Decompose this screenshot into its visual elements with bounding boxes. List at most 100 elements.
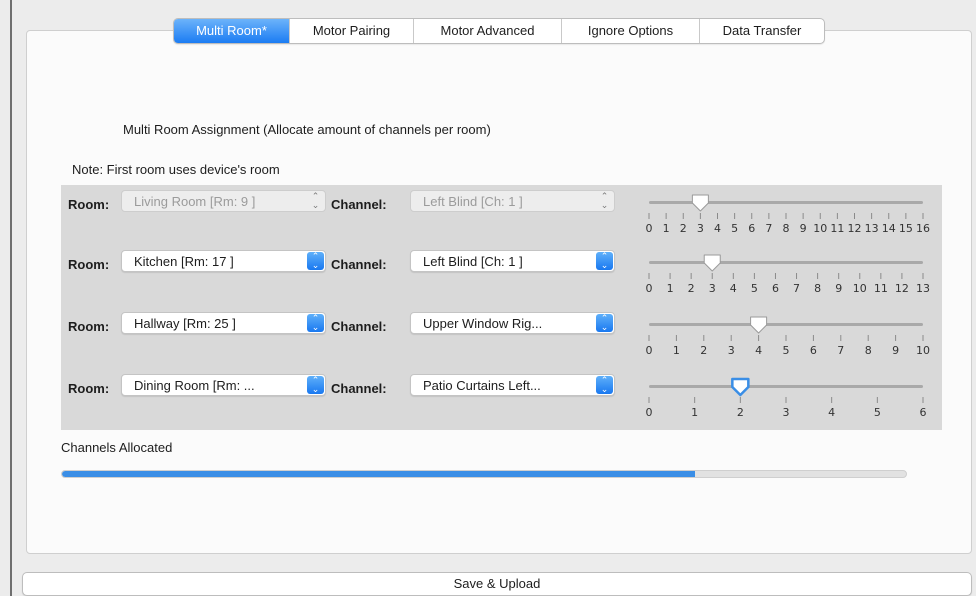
slider-tick-label: 6 xyxy=(772,282,779,295)
channel-label: Channel: xyxy=(331,197,387,212)
tab-motor-advanced[interactable]: Motor Advanced xyxy=(414,19,562,43)
slider-tick-label: 2 xyxy=(737,406,744,419)
slider-tick-label: 8 xyxy=(814,282,821,295)
room-label: Room: xyxy=(68,381,110,396)
room-label: Room: xyxy=(68,197,110,212)
slider-tick-label: 5 xyxy=(783,344,790,357)
room-assignment-grid: Room: Living Room [Rm: 9 ] ⌃ ⌄ Channel: L… xyxy=(61,185,942,430)
slider-tick-label: 15 xyxy=(899,222,913,235)
slider-tick-label: 6 xyxy=(748,222,755,235)
room-label: Room: xyxy=(68,257,110,272)
tab-motor-pairing[interactable]: Motor Pairing xyxy=(290,19,414,43)
slider-graphic: 0 1 2 3 4 5 6 xyxy=(646,377,927,419)
room-row-1: Room: Living Room [Rm: 9 ] ⌃ ⌄ Channel: L… xyxy=(61,185,942,235)
slider-tick-label: 10 xyxy=(853,282,867,295)
slider-tick-label: 5 xyxy=(731,222,738,235)
slider-tick-label: 1 xyxy=(663,222,670,235)
updown-arrows-icon: ⌃ ⌄ xyxy=(311,191,320,210)
slider-tick-label: 6 xyxy=(810,344,817,357)
slider-tick-label: 3 xyxy=(697,222,704,235)
slider-tick-label: 11 xyxy=(830,222,844,235)
room-row-2: Room: Kitchen [Rm: 17 ] ⌃ ⌄ Channel: Left… xyxy=(61,245,942,295)
channel-select-3[interactable]: Upper Window Rig... ⌃ ⌄ xyxy=(410,312,615,334)
updown-arrows-icon: ⌃ ⌄ xyxy=(307,252,324,270)
room-select-value: Kitchen [Rm: 17 ] xyxy=(134,254,234,269)
slider-tick-label: 3 xyxy=(709,282,716,295)
progress-fill xyxy=(62,471,695,477)
room-select-2[interactable]: Kitchen [Rm: 17 ] ⌃ ⌄ xyxy=(121,250,326,272)
channel-select-value: Left Blind [Ch: 1 ] xyxy=(423,194,523,209)
slider-tick-label: 10 xyxy=(813,222,827,235)
slider-tick-label: 4 xyxy=(755,344,762,357)
tab-data-transfer[interactable]: Data Transfer xyxy=(700,19,824,43)
slider-tick-label: 13 xyxy=(916,282,930,295)
tab-ignore-options[interactable]: Ignore Options xyxy=(562,19,700,43)
channel-select-2[interactable]: Left Blind [Ch: 1 ] ⌃ ⌄ xyxy=(410,250,615,272)
updown-arrows-icon: ⌃ ⌄ xyxy=(596,376,613,394)
slider-tick-label: 0 xyxy=(646,222,653,235)
slider-thumb xyxy=(691,194,709,212)
slider-tick-label: 4 xyxy=(714,222,721,235)
assignment-title: Multi Room Assignment (Allocate amount o… xyxy=(123,122,491,137)
slider-tick-label: 8 xyxy=(865,344,872,357)
slider-tick-label: 6 xyxy=(920,406,927,419)
slider-graphic: 0 1 2 3 4 5 6 7 8 9 10 11 12 13 14 15 16 xyxy=(646,194,930,235)
slider-tick-label: 2 xyxy=(700,344,707,357)
room-select-value: Dining Room [Rm: ... xyxy=(134,378,255,393)
slider-track xyxy=(649,201,923,204)
slider-tick-label: 0 xyxy=(646,406,653,419)
channel-label: Channel: xyxy=(331,381,387,396)
slider-tick-label: 3 xyxy=(728,344,735,357)
room-select-1: Living Room [Rm: 9 ] ⌃ ⌄ xyxy=(121,190,326,212)
slider-tick-label: 5 xyxy=(751,282,758,295)
channel-label: Channel: xyxy=(331,257,387,272)
updown-arrows-icon: ⌃ ⌄ xyxy=(600,191,609,210)
slider-tick-label: 9 xyxy=(800,222,807,235)
slider-graphic: 0 1 2 3 4 5 6 7 8 9 10 xyxy=(646,316,930,357)
slider-tick-label: 2 xyxy=(688,282,695,295)
updown-arrows-icon: ⌃ ⌄ xyxy=(307,376,324,394)
slider-tick-label: 3 xyxy=(783,406,790,419)
slider-tick-label: 4 xyxy=(828,406,835,419)
room-row-3: Room: Hallway [Rm: 25 ] ⌃ ⌄ Channel: Uppe… xyxy=(61,307,942,357)
room-row-4: Room: Dining Room [Rm: ... ⌃ ⌄ Channel: P… xyxy=(61,369,942,419)
room-select-value: Living Room [Rm: 9 ] xyxy=(134,194,256,209)
slider-track xyxy=(649,385,923,388)
channel-select-value: Upper Window Rig... xyxy=(423,316,543,331)
tab-multi-room[interactable]: Multi Room* xyxy=(174,19,290,43)
room-select-3[interactable]: Hallway [Rm: 25 ] ⌃ ⌄ xyxy=(121,312,326,334)
slider-tick-label: 16 xyxy=(916,222,930,235)
channel-count-slider-4[interactable]: 0 1 2 3 4 5 6 xyxy=(641,369,931,421)
channels-allocated-progress xyxy=(61,470,907,478)
room-label: Room: xyxy=(68,319,110,334)
slider-tick-label: 1 xyxy=(691,406,698,419)
channel-select-value: Left Blind [Ch: 1 ] xyxy=(423,254,523,269)
channel-count-slider-1[interactable]: 0 1 2 3 4 5 6 7 8 9 10 11 12 13 14 15 16 xyxy=(641,185,931,237)
slider-tick-label: 1 xyxy=(673,344,680,357)
slider-tick-label: 2 xyxy=(680,222,687,235)
channel-count-slider-3[interactable]: 0 1 2 3 4 5 6 7 8 9 10 xyxy=(641,307,931,359)
slider-tick-label: 9 xyxy=(835,282,842,295)
updown-arrows-icon: ⌃ ⌄ xyxy=(596,252,613,270)
channel-select-4[interactable]: Patio Curtains Left... ⌃ ⌄ xyxy=(410,374,615,396)
room-select-4[interactable]: Dining Room [Rm: ... ⌃ ⌄ xyxy=(121,374,326,396)
slider-tick-label: 8 xyxy=(783,222,790,235)
slider-tick-label: 4 xyxy=(730,282,737,295)
slider-tick-label: 12 xyxy=(848,222,862,235)
slider-tick-label: 13 xyxy=(865,222,879,235)
slider-thumb xyxy=(731,377,750,397)
room-select-value: Hallway [Rm: 25 ] xyxy=(134,316,236,331)
channel-select-value: Patio Curtains Left... xyxy=(423,378,541,393)
slider-track xyxy=(649,323,923,326)
slider-tick-label: 11 xyxy=(874,282,888,295)
slider-thumb xyxy=(750,316,768,334)
slider-tick-label: 7 xyxy=(765,222,772,235)
updown-arrows-icon: ⌃ ⌄ xyxy=(307,314,324,332)
slider-tick-label: 10 xyxy=(916,344,930,357)
slider-tick-label: 12 xyxy=(895,282,909,295)
channels-allocated-label: Channels Allocated xyxy=(61,440,173,455)
save-upload-button[interactable]: Save & Upload xyxy=(22,572,972,596)
slider-tick-label: 7 xyxy=(837,344,844,357)
slider-track xyxy=(649,261,923,264)
channel-count-slider-2[interactable]: 0 1 2 3 4 5 6 7 8 9 10 11 12 13 xyxy=(641,245,931,297)
